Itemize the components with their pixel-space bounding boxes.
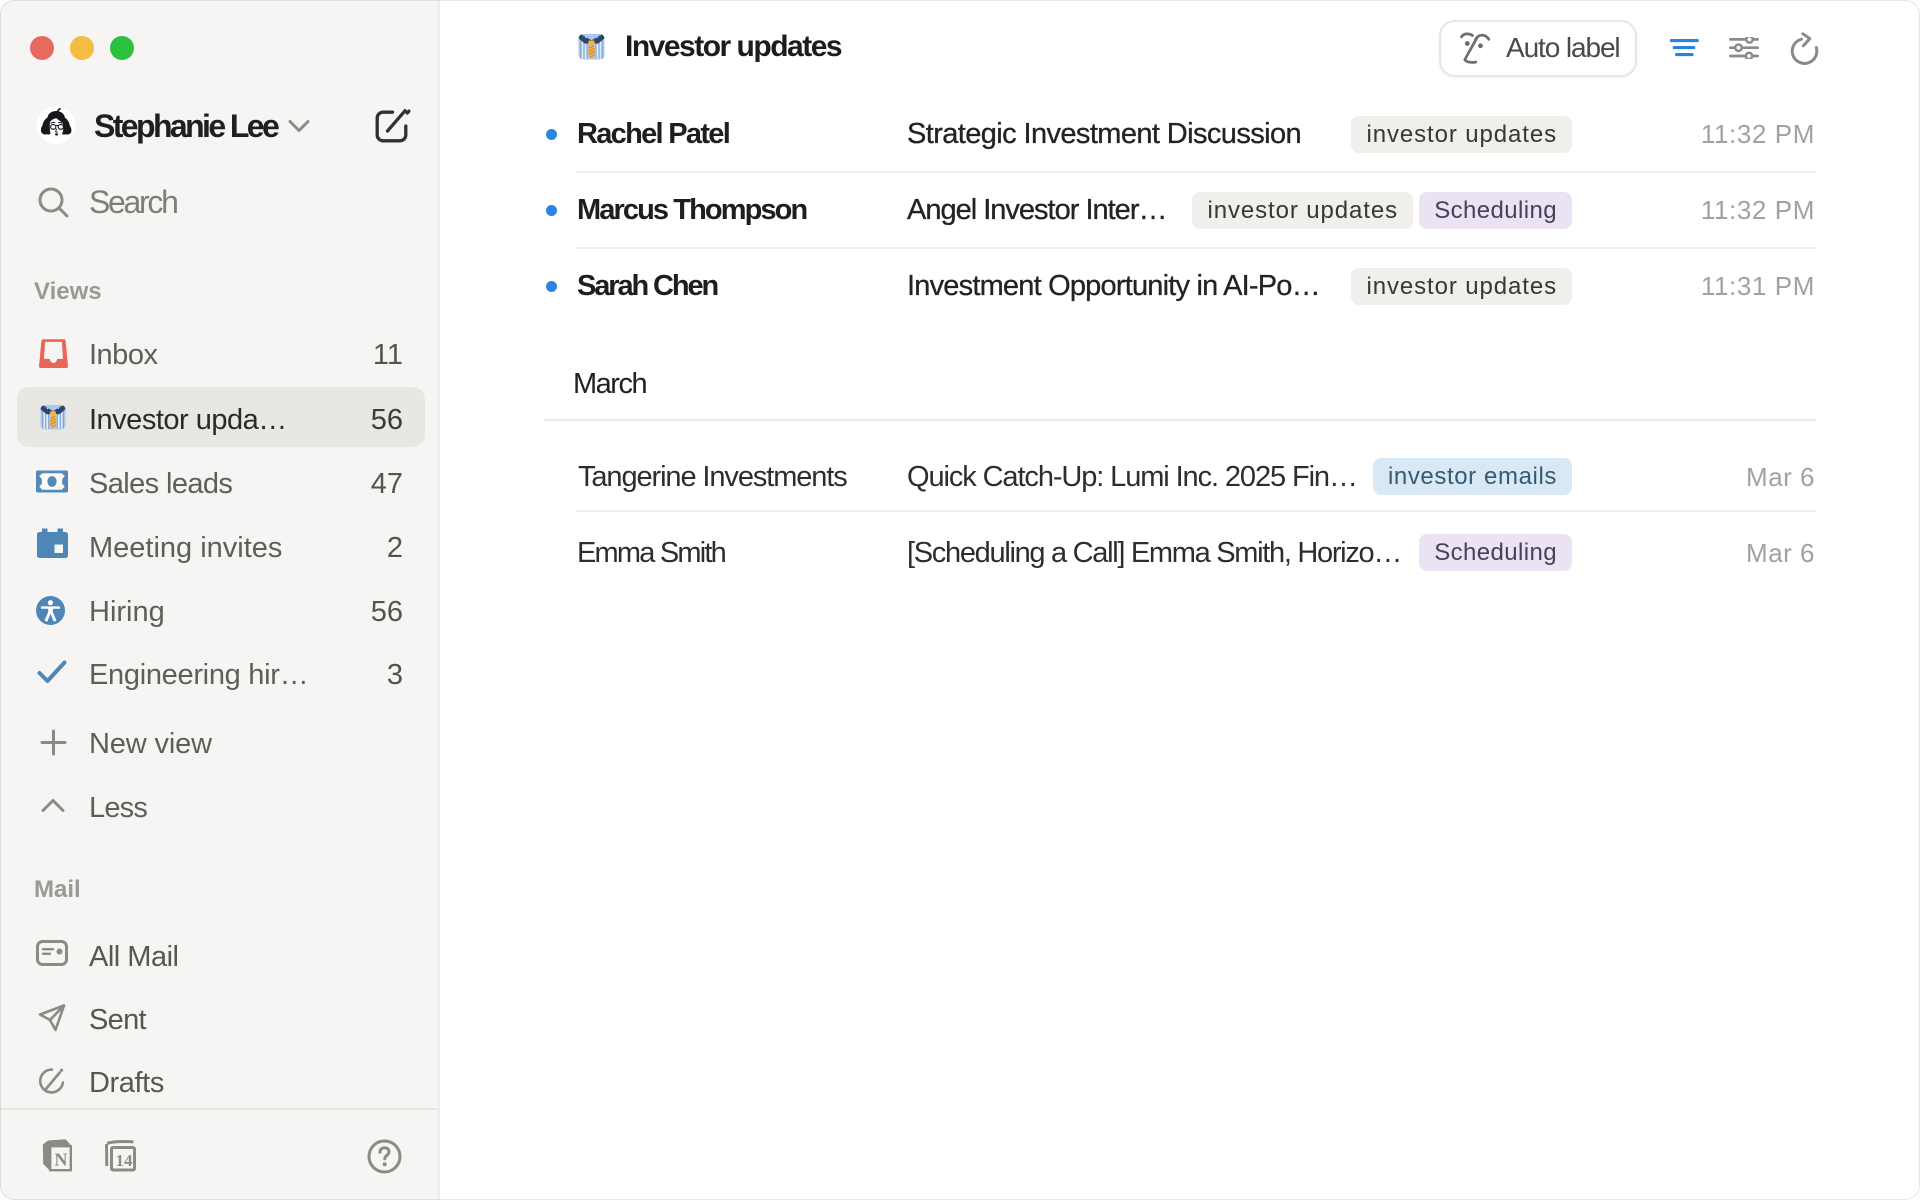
- svg-text:N: N: [55, 1150, 68, 1170]
- svg-text:14: 14: [116, 1151, 134, 1170]
